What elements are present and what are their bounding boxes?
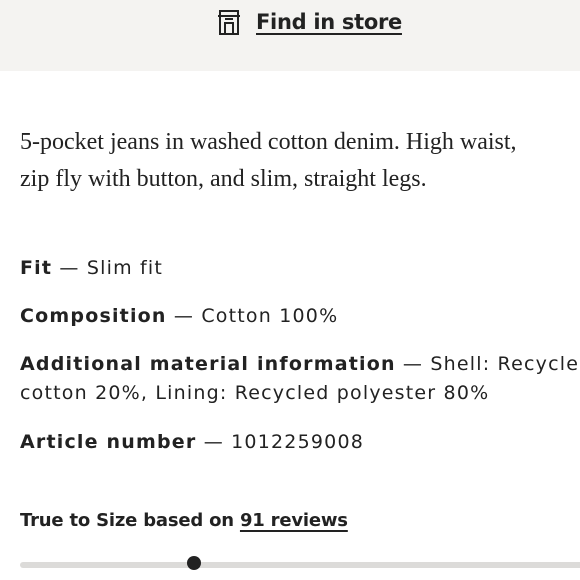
detail-article-number: Article number — 1012259008 — [20, 428, 580, 457]
detail-value-continued: cotton 20%, Lining: Recycled polyester 8… — [20, 382, 490, 404]
detail-value: — Shell: Recycled — [395, 353, 580, 375]
find-in-store-bar: Find in store — [0, 0, 580, 71]
detail-fit: Fit — Slim fit — [20, 254, 580, 283]
detail-composition: Composition — Cotton 100% — [20, 302, 580, 331]
detail-term: Fit — [20, 257, 53, 279]
find-in-store-label: Find in store — [256, 10, 402, 34]
detail-value: — Slim fit — [52, 257, 164, 279]
description-line: zip fly with button, and slim, straight … — [20, 166, 427, 192]
store-icon — [216, 8, 244, 36]
product-description: 5-pocket jeans in washed cotton denim. H… — [20, 124, 580, 198]
detail-term: Additional material information — [20, 353, 396, 375]
detail-value: — Cotton 100% — [166, 305, 339, 327]
detail-term: Article number — [20, 431, 197, 453]
fit-scale-marker — [187, 556, 201, 570]
detail-value: — 1012259008 — [196, 431, 365, 453]
description-line: 5-pocket jeans in washed cotton denim. H… — [20, 129, 517, 155]
find-in-store-link[interactable]: Find in store — [216, 6, 402, 38]
detail-term: Composition — [20, 305, 167, 327]
detail-additional-material: Additional material information — Shell:… — [20, 350, 580, 408]
reviews-link[interactable]: 91 reviews — [240, 510, 348, 531]
fit-scale-track — [20, 562, 580, 568]
fit-rating-summary: True to Size based on 91 reviews — [20, 510, 348, 531]
fit-rating-text: True to Size based on — [20, 510, 240, 531]
